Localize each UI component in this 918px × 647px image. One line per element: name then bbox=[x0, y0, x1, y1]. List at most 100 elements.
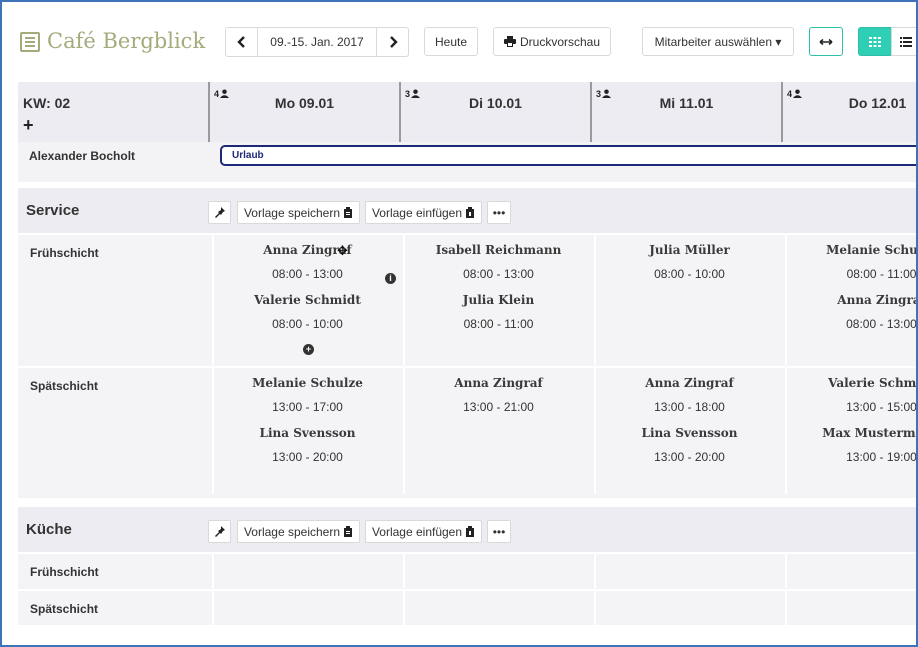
shift-time: 08:00 - 11:00 bbox=[846, 267, 917, 281]
shift-time: 08:00 - 13:00 bbox=[272, 267, 343, 281]
shift-entry[interactable]: Melanie Schulze 08:00 - 11:00 bbox=[787, 243, 917, 281]
shift-row-early: Frühschicht bbox=[18, 552, 916, 588]
shift-cell[interactable] bbox=[785, 554, 916, 588]
chevron-right-icon bbox=[389, 36, 398, 48]
list-view-button[interactable] bbox=[891, 27, 916, 56]
shift-cell[interactable] bbox=[785, 591, 916, 625]
add-employee-icon[interactable]: + bbox=[23, 116, 34, 134]
pin-button[interactable] bbox=[208, 201, 231, 224]
shift-entry[interactable]: Max Mustermann 13:00 - 19:00 bbox=[787, 426, 917, 464]
shift-cell[interactable]: Isabell Reichmann 08:00 - 13:00 Julia Kl… bbox=[403, 235, 592, 365]
info-icon[interactable]: i bbox=[385, 273, 396, 284]
vacation-bar[interactable]: Urlaub bbox=[220, 145, 916, 166]
employee-name: Anna Zingraf bbox=[645, 376, 734, 390]
pin-button[interactable] bbox=[208, 520, 231, 543]
shift-time: 08:00 - 13:00 bbox=[846, 317, 917, 331]
employee-name: Valerie Schmidt bbox=[828, 376, 917, 390]
shift-time: 08:00 - 13:00 bbox=[463, 267, 534, 281]
shift-cell[interactable] bbox=[403, 554, 592, 588]
insert-template-button[interactable]: Vorlage einfügen bbox=[365, 201, 482, 224]
shift-time: 13:00 - 19:00 bbox=[846, 450, 917, 464]
shift-row-late: Spätschicht Melanie Schulze 13:00 - 17:0… bbox=[18, 366, 917, 494]
employee-name: Isabell Reichmann bbox=[435, 243, 562, 257]
employee-name: Lina Svensson bbox=[259, 426, 356, 440]
save-template-button[interactable]: Vorlage speichern bbox=[237, 201, 360, 224]
shift-cell[interactable]: Anna Zingraf 08:00 - 13:00 ✥ i Valerie S… bbox=[212, 235, 401, 365]
print-preview-button[interactable]: Druckvorschau bbox=[493, 27, 611, 56]
week-navigator: 09.-15. Jan. 2017 bbox=[225, 27, 409, 57]
shift-time: 08:00 - 11:00 bbox=[463, 317, 534, 331]
week-number-label: KW: 02 bbox=[23, 95, 71, 111]
prev-week-button[interactable] bbox=[226, 28, 257, 56]
day-label: Do 12.01 bbox=[848, 95, 907, 111]
day-header-thursday[interactable]: 4 Do 12.01 bbox=[781, 82, 916, 142]
move-icon[interactable]: ✥ bbox=[337, 243, 348, 259]
shift-label: Spätschicht bbox=[30, 602, 99, 616]
employee-name: Lina Svensson bbox=[641, 426, 738, 440]
grid-icon bbox=[869, 36, 881, 47]
shift-entry[interactable]: Isabell Reichmann 08:00 - 13:00 bbox=[405, 243, 592, 281]
shift-time: 13:00 - 20:00 bbox=[654, 450, 725, 464]
today-button[interactable]: Heute bbox=[424, 27, 478, 56]
employee-name: Julia Müller bbox=[649, 243, 730, 257]
more-options-button[interactable]: ••• bbox=[487, 201, 511, 224]
calendar-header: KW: 02 + 4 Mo 09.01 3 Di 10.01 3 Mi 11.0… bbox=[18, 82, 916, 142]
shift-entry[interactable]: Valerie Schmidt 13:00 - 15:00 bbox=[787, 376, 917, 414]
shift-entry[interactable]: Julia Klein 08:00 - 11:00 bbox=[405, 293, 592, 331]
shift-row-late: Spätschicht bbox=[18, 589, 916, 625]
clipboard-icon bbox=[466, 207, 475, 218]
shift-entry[interactable]: Julia Müller 08:00 - 10:00 bbox=[596, 243, 783, 281]
day-label: Di 10.01 bbox=[469, 95, 522, 111]
employee-name: Melanie Schulze bbox=[252, 376, 363, 390]
shift-cell[interactable]: Julia Müller 08:00 - 10:00 bbox=[594, 235, 783, 365]
day-header-wednesday[interactable]: 3 Mi 11.01 bbox=[590, 82, 781, 142]
app-title: Café Bergblick bbox=[47, 29, 206, 53]
shift-cell[interactable] bbox=[403, 591, 592, 625]
employee-name: Anna Zingraf bbox=[837, 293, 918, 307]
app-window: Café Bergblick 09.-15. Jan. 2017 Heute D… bbox=[0, 0, 918, 647]
next-week-button[interactable] bbox=[377, 28, 408, 56]
shift-entry[interactable]: Anna Zingraf 13:00 - 21:00 bbox=[405, 376, 592, 414]
shift-cell[interactable] bbox=[212, 591, 401, 625]
shift-entry[interactable]: Valerie Schmidt 08:00 - 10:00 bbox=[214, 293, 401, 331]
day-header-tuesday[interactable]: 3 Di 10.01 bbox=[399, 82, 590, 142]
shift-cell[interactable]: Anna Zingraf 13:00 - 21:00 bbox=[403, 368, 592, 494]
week-range-label[interactable]: 09.-15. Jan. 2017 bbox=[257, 28, 377, 56]
save-template-icon bbox=[344, 526, 353, 537]
day-header-monday[interactable]: 4 Mo 09.01 bbox=[208, 82, 399, 142]
employee-select-dropdown[interactable]: Mitarbeiter auswählen ▾ bbox=[642, 27, 794, 56]
insert-template-button[interactable]: Vorlage einfügen bbox=[365, 520, 482, 543]
expand-columns-button[interactable] bbox=[809, 27, 843, 56]
save-template-button[interactable]: Vorlage speichern bbox=[237, 520, 360, 543]
chevron-left-icon bbox=[236, 36, 245, 48]
save-template-label: Vorlage speichern bbox=[243, 205, 341, 220]
shift-entry[interactable]: Lina Svensson 13:00 - 20:00 bbox=[214, 426, 401, 464]
grid-view-button[interactable] bbox=[858, 27, 892, 56]
printer-icon bbox=[503, 36, 516, 47]
list-icon bbox=[900, 36, 912, 47]
shift-cell[interactable]: Melanie Schulze 08:00 - 11:00 Anna Zingr… bbox=[785, 235, 918, 365]
shift-entry[interactable]: Lina Svensson 13:00 - 20:00 bbox=[596, 426, 783, 464]
shift-cell[interactable]: Valerie Schmidt 13:00 - 15:00 Max Muster… bbox=[785, 368, 917, 494]
shift-entry[interactable]: Anna Zingraf 08:00 - 13:00 bbox=[787, 293, 918, 331]
shift-entry[interactable]: Melanie Schulze 13:00 - 17:00 bbox=[214, 376, 401, 414]
more-options-button[interactable]: ••• bbox=[487, 520, 511, 543]
shift-time: 08:00 - 10:00 bbox=[272, 317, 343, 331]
employee-name: Alexander Bocholt bbox=[29, 149, 136, 163]
section-service: Service Vorlage speichern Vorlage einfüg… bbox=[18, 188, 918, 498]
insert-template-label: Vorlage einfügen bbox=[371, 524, 463, 539]
toolbar: Café Bergblick 09.-15. Jan. 2017 Heute D… bbox=[2, 2, 916, 82]
shift-time: 13:00 - 15:00 bbox=[846, 400, 917, 414]
employee-name: Max Mustermann bbox=[822, 426, 916, 440]
shift-entry[interactable]: Anna Zingraf 13:00 - 18:00 bbox=[596, 376, 783, 414]
section-header: Küche Vorlage speichern Vorlage einfügen… bbox=[18, 507, 916, 552]
shift-time: 08:00 - 10:00 bbox=[654, 267, 725, 281]
calendar-list-icon bbox=[20, 32, 40, 52]
shift-cell[interactable] bbox=[212, 554, 401, 588]
shift-cell[interactable]: Anna Zingraf 13:00 - 18:00 Lina Svensson… bbox=[594, 368, 783, 494]
shift-cell[interactable] bbox=[594, 554, 783, 588]
shift-cell[interactable] bbox=[594, 591, 783, 625]
shift-entry[interactable]: Anna Zingraf 08:00 - 13:00 bbox=[214, 243, 401, 281]
add-shift-icon[interactable]: + bbox=[303, 344, 314, 355]
shift-cell[interactable]: Melanie Schulze 13:00 - 17:00 Lina Svens… bbox=[212, 368, 401, 494]
